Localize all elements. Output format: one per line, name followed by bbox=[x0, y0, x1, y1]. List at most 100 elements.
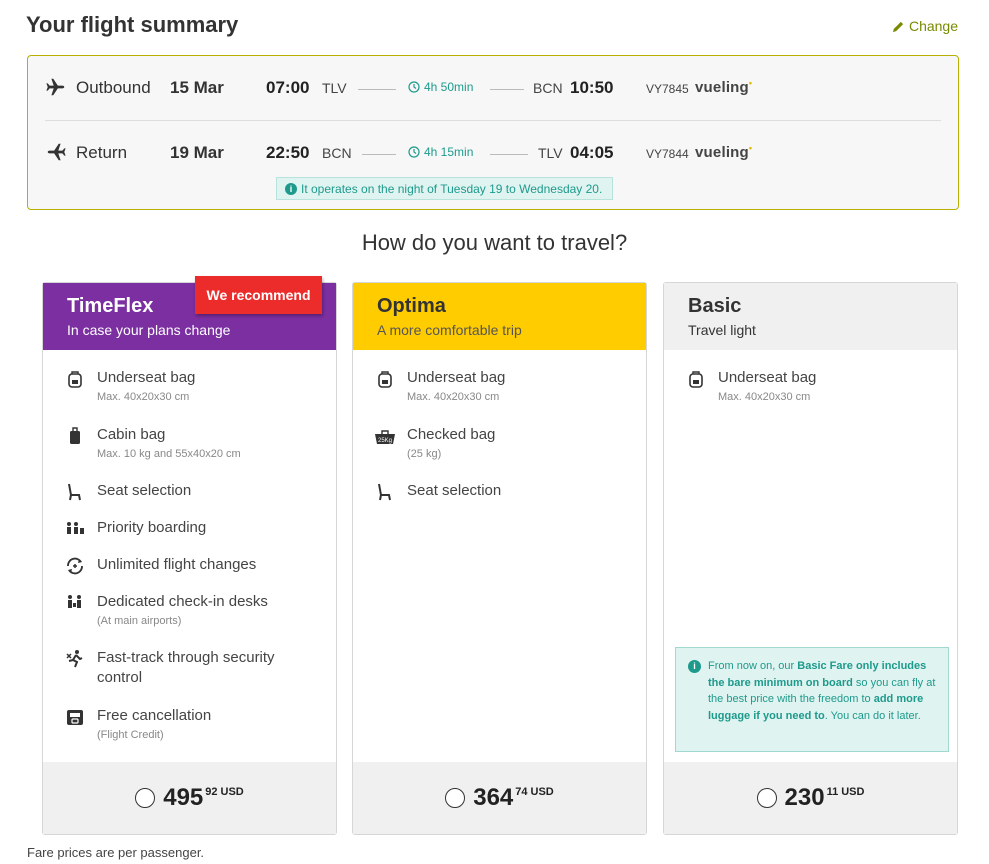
duration-label: 4h 15min bbox=[424, 145, 474, 159]
seat-icon bbox=[378, 483, 391, 501]
feature-item: Priority boarding bbox=[43, 518, 336, 555]
feature-label: Seat selection bbox=[407, 482, 502, 499]
feature-item: Cabin bag Max. 10 kg and 55x40x20 cm bbox=[43, 425, 336, 481]
fare-price-footer: 364 74 USD bbox=[353, 762, 646, 834]
feature-label: Underseat bag bbox=[718, 369, 817, 386]
fare-price: 364 74 USD bbox=[473, 785, 554, 811]
fare-features-list: Underseat bag Max. 40x20x30 cm Cabin bag… bbox=[43, 368, 336, 756]
fare-radio-optima[interactable] bbox=[445, 788, 466, 808]
fare-question-heading: How do you want to travel? bbox=[361, 230, 628, 255]
feature-detail: (At main airports) bbox=[97, 615, 182, 627]
info-text: . You can do it later. bbox=[824, 709, 921, 722]
feature-label: Cabin bag bbox=[97, 426, 166, 443]
fare-name: Optima bbox=[377, 295, 446, 317]
feature-label: Free cancellation bbox=[97, 707, 212, 724]
feature-label: Fast-track through security control bbox=[97, 649, 275, 686]
feature-label: Checked bag bbox=[407, 426, 496, 443]
overnight-notice: i It operates on the night of Tuesday 19… bbox=[276, 177, 614, 200]
recommend-badge: We recommend bbox=[195, 276, 322, 314]
airline-name: vueling bbox=[695, 79, 749, 96]
cancellation-icon bbox=[67, 710, 83, 725]
feature-detail: Max. 40x20x30 cm bbox=[97, 391, 190, 403]
feature-detail: Max. 10 kg and 55x40x20 cm bbox=[97, 448, 241, 460]
arrival-time: 10:50 bbox=[570, 78, 614, 97]
fare-radio-basic[interactable] bbox=[756, 788, 777, 808]
fare-card-optima[interactable]: Optima A more comfortable trip Underseat… bbox=[352, 282, 647, 835]
clock-icon bbox=[408, 81, 420, 93]
fare-price-footer: 230 11 USD bbox=[664, 762, 957, 834]
priority-boarding-icon bbox=[67, 522, 84, 534]
flight-summary-box: Outbound 15 Mar 07:00 TLV 4h 50min BCN 1… bbox=[27, 55, 959, 210]
feature-item: Seat selection bbox=[353, 481, 646, 518]
fare-card-header: Optima A more comfortable trip bbox=[353, 283, 646, 350]
fare-price: 495 92 USD bbox=[163, 785, 244, 811]
departure-time: 22:50 bbox=[266, 143, 310, 162]
price-currency: USD bbox=[841, 786, 865, 798]
feature-item: Unlimited flight changes bbox=[43, 555, 336, 592]
feature-detail: (25 kg) bbox=[407, 448, 442, 460]
change-label: Change bbox=[908, 18, 958, 34]
backpack-icon bbox=[689, 371, 703, 388]
fast-track-icon bbox=[66, 650, 83, 668]
feature-item: Dedicated check-in desks (At main airpor… bbox=[43, 592, 336, 648]
seat-icon bbox=[68, 483, 81, 501]
fare-card-timeflex[interactable]: TimeFlex In case your plans change We re… bbox=[42, 276, 337, 835]
feature-label: Priority boarding bbox=[97, 519, 207, 536]
feature-item: Underseat bag Max. 40x20x30 cm bbox=[353, 368, 646, 425]
price-integer: 495 bbox=[163, 784, 204, 811]
flight-duration: 4h 50min bbox=[408, 80, 473, 94]
fare-card-basic[interactable]: Basic Travel light Underseat bag Max. 40… bbox=[663, 282, 958, 835]
fare-price: 230 11 USD bbox=[785, 785, 865, 811]
pencil-icon bbox=[892, 21, 904, 32]
price-integer: 364 bbox=[473, 784, 514, 811]
leg-direction: Return bbox=[76, 143, 128, 162]
fare-features-list: Underseat bag Max. 40x20x30 cm 25Kg Chec… bbox=[353, 368, 646, 518]
departure-airport: BCN bbox=[322, 145, 352, 161]
check-in-desk-icon bbox=[68, 595, 81, 608]
feature-item: Seat selection bbox=[43, 481, 336, 518]
duration-label: 4h 50min bbox=[424, 80, 474, 94]
fare-subtitle: A more comfortable trip bbox=[377, 322, 522, 338]
fare-price-footer: 495 92 USD bbox=[43, 762, 336, 834]
leg-date: 15 Mar bbox=[170, 78, 224, 97]
price-currency: USD bbox=[530, 786, 554, 798]
suitcase-icon bbox=[70, 427, 80, 444]
price-disclaimer: Fare prices are per passenger. bbox=[27, 845, 205, 860]
airline-name: vueling bbox=[695, 144, 749, 161]
feature-detail: Max. 40x20x30 cm bbox=[407, 391, 500, 403]
feature-label: Underseat bag bbox=[97, 369, 196, 386]
clock-icon bbox=[408, 146, 420, 158]
arrival-airport: TLV bbox=[538, 145, 563, 161]
feature-item: Underseat bag Max. 40x20x30 cm bbox=[664, 368, 957, 425]
departure-time: 07:00 bbox=[266, 78, 310, 97]
airline-logo: vueling• bbox=[695, 143, 753, 161]
overnight-notice-text: It operates on the night of Tuesday 19 t… bbox=[301, 181, 603, 196]
route-line bbox=[490, 89, 524, 90]
route-line bbox=[358, 89, 396, 90]
leg-direction: Outbound bbox=[76, 78, 151, 97]
airline-logo: vueling• bbox=[695, 78, 753, 96]
flight-number: VY7844 bbox=[646, 147, 689, 161]
fare-features-list: Underseat bag Max. 40x20x30 cm bbox=[664, 368, 957, 425]
fare-radio-timeflex[interactable] bbox=[135, 788, 156, 808]
route-line bbox=[490, 154, 528, 155]
feature-detail: Max. 40x20x30 cm bbox=[718, 391, 811, 403]
info-icon: i bbox=[285, 182, 297, 195]
flight-duration: 4h 15min bbox=[408, 145, 473, 159]
info-icon: i bbox=[688, 660, 701, 673]
feature-label: Dedicated check-in desks bbox=[97, 593, 268, 610]
departure-airport: TLV bbox=[322, 80, 347, 96]
return-leg: Return 19 Mar 22:50 BCN 4h 15min TLV 04:… bbox=[28, 136, 958, 170]
page-title: Your flight summary bbox=[26, 12, 239, 37]
weight-tag: 25Kg bbox=[378, 438, 392, 444]
info-text: From now on, our bbox=[708, 660, 798, 672]
feature-label: Unlimited flight changes bbox=[97, 556, 257, 573]
change-link[interactable]: Change bbox=[892, 18, 958, 34]
outbound-leg: Outbound 15 Mar 07:00 TLV 4h 50min BCN 1… bbox=[28, 71, 958, 105]
feature-item: Fast-track through security control bbox=[43, 648, 336, 706]
feature-item: Underseat bag Max. 40x20x30 cm bbox=[43, 368, 336, 425]
backpack-icon bbox=[378, 371, 392, 388]
fare-card-header: Basic Travel light bbox=[664, 283, 957, 350]
feature-detail: (Flight Credit) bbox=[97, 729, 164, 741]
plane-departure-icon bbox=[46, 78, 65, 96]
